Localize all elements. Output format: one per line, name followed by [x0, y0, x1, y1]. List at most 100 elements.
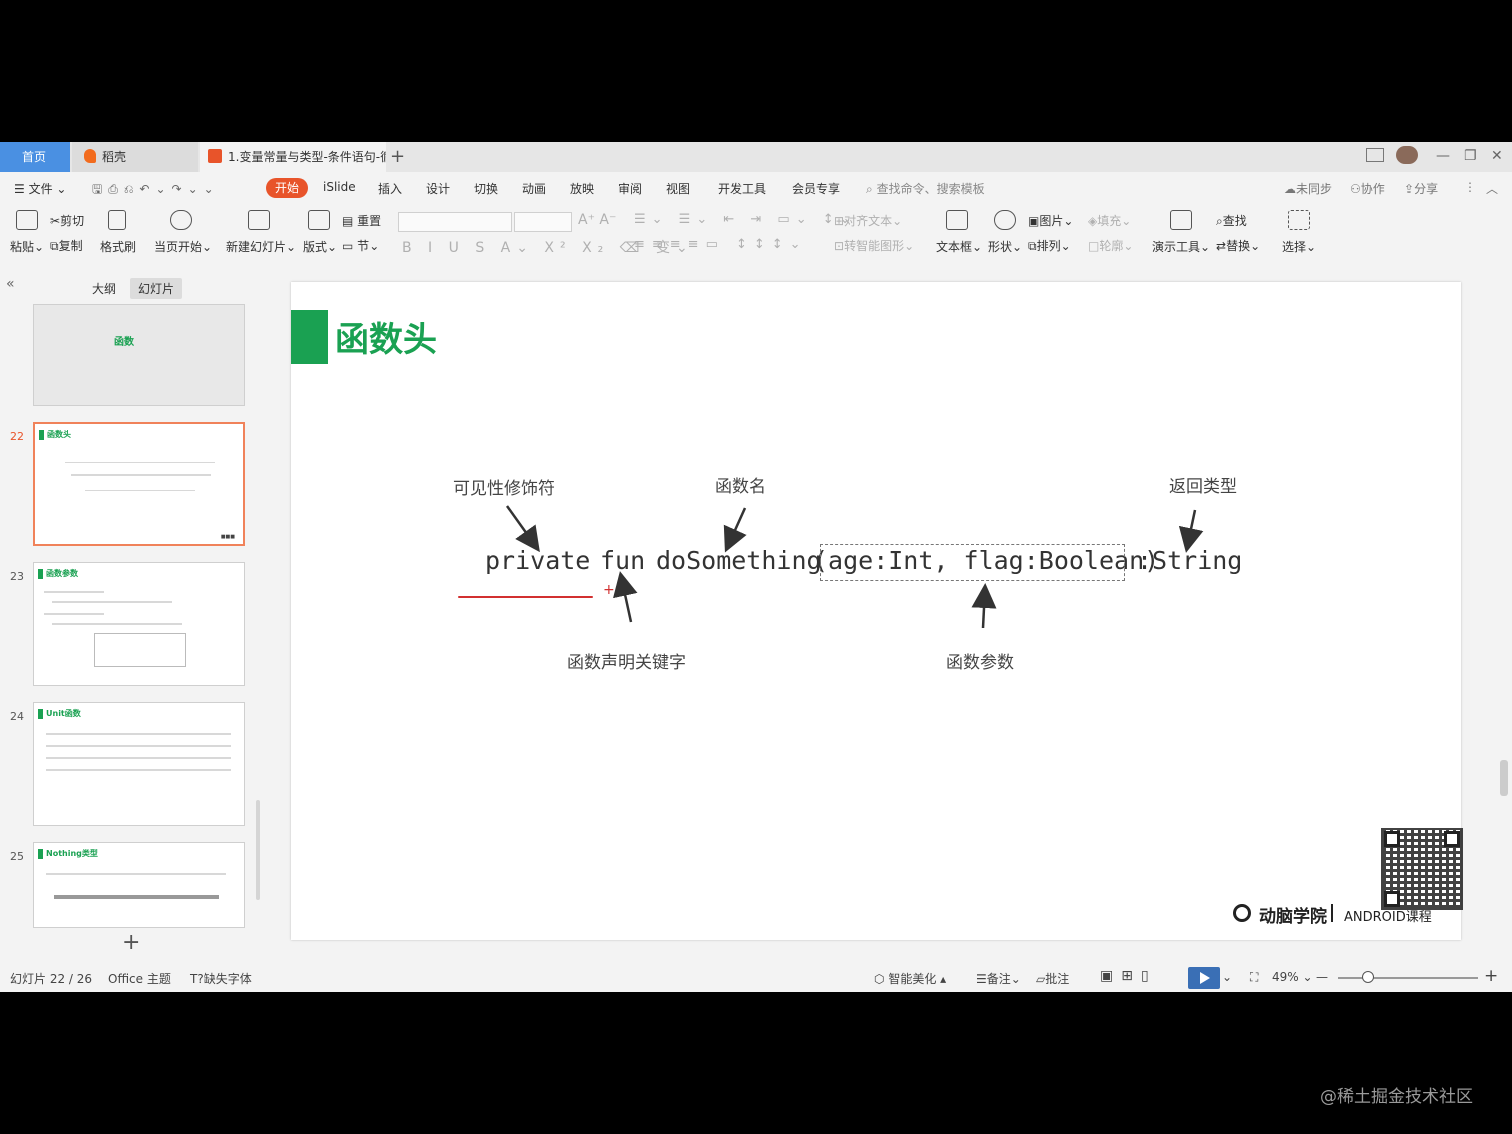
- missing-font-icon: T?: [190, 972, 204, 986]
- layout-icon[interactable]: [1366, 148, 1384, 162]
- thumb-number: 25: [10, 850, 24, 863]
- menu-transition[interactable]: 切换: [474, 180, 498, 197]
- textbox-button[interactable]: 文本框⌄: [936, 238, 982, 255]
- find-button[interactable]: ⌕查找: [1216, 212, 1247, 229]
- reset-label: 重置: [357, 214, 382, 228]
- slide-thumbnail[interactable]: 函数参数: [33, 562, 245, 686]
- tab-home[interactable]: 首页: [0, 142, 70, 172]
- new-slide-button[interactable]: 新建幻灯片⌄: [226, 238, 296, 255]
- menu-developer[interactable]: 开发工具: [718, 180, 766, 197]
- present-tools-button[interactable]: 演示工具⌄: [1152, 238, 1210, 255]
- status-bar: 幻灯片 22 / 26 Office 主题 T?缺失字体 ⬡ 智能美化 ▴ ☰备…: [0, 964, 1512, 992]
- slide-thumbnail[interactable]: Unit函数: [33, 702, 245, 826]
- comments-button[interactable]: ▱批注: [1036, 970, 1069, 987]
- brand-course: ANDROID课程: [1344, 910, 1432, 925]
- menu-member[interactable]: 会员专享: [792, 180, 840, 197]
- zoom-slider-track[interactable]: [1338, 977, 1478, 979]
- align-text-button[interactable]: ⊞对齐文本⌄: [834, 212, 902, 229]
- zoom-slider-knob[interactable]: [1362, 971, 1374, 983]
- thumb-number: 22: [10, 430, 24, 443]
- copy-button[interactable]: ⧉复制: [50, 237, 83, 254]
- slide-thumbnail[interactable]: 函数: [33, 304, 245, 406]
- slide-scrollbar[interactable]: [1500, 760, 1508, 796]
- label-function-params[interactable]: 函数参数: [946, 648, 1014, 673]
- collapse-panel-icon[interactable]: «: [6, 276, 15, 292]
- avatar[interactable]: [1396, 146, 1418, 164]
- sync-status[interactable]: ☁未同步: [1284, 180, 1332, 197]
- panel-scrollbar[interactable]: [256, 800, 260, 900]
- select-label: 选择: [1282, 240, 1307, 254]
- menu-design[interactable]: 设计: [426, 180, 450, 197]
- menu-start[interactable]: 开始: [266, 178, 308, 198]
- annotation-arrows: [505, 505, 1204, 629]
- quick-access-icons[interactable]: 🖫⎙⎌↶⌄↷⌄⌄: [92, 180, 220, 201]
- picture-label: 图片: [1039, 214, 1064, 228]
- paste-button[interactable]: 粘贴⌄: [10, 238, 44, 255]
- tab-document-label: 1.变量常量与类型-条件语句-循: [228, 150, 386, 164]
- scissors-icon: ✂: [50, 214, 61, 228]
- play-options-chevron-icon[interactable]: ⌄: [1222, 970, 1232, 984]
- select-button[interactable]: 选择⌄: [1282, 238, 1316, 255]
- font-name-select[interactable]: [398, 212, 512, 232]
- zoom-in-icon[interactable]: +: [1484, 966, 1498, 986]
- minimize-icon[interactable]: —: [1436, 148, 1450, 164]
- picture-button[interactable]: ▣图片⌄: [1028, 212, 1073, 229]
- outline-button[interactable]: □轮廓⌄: [1088, 237, 1133, 254]
- thumb-code-box: [94, 633, 186, 667]
- from-current-button[interactable]: 当页开始⌄: [154, 238, 212, 255]
- file-menu[interactable]: ☰ 文件 ⌄: [14, 180, 66, 197]
- tab-slides[interactable]: 幻灯片: [130, 278, 183, 299]
- notes-button[interactable]: ☰备注⌄: [976, 970, 1021, 987]
- shape-icon: [994, 210, 1016, 230]
- theme-name[interactable]: Office 主题: [108, 970, 171, 987]
- list-icons[interactable]: ☰⌄ ☰⌄ ⇤ ⇥ ▭⌄ ↕⌄: [634, 212, 857, 227]
- command-search[interactable]: ⌕ 查找命令、搜索模板: [866, 180, 985, 197]
- zoom-level[interactable]: 49% ⌄: [1272, 970, 1313, 984]
- tab-document[interactable]: 1.变量常量与类型-条件语句-循: [200, 142, 386, 172]
- collab-button[interactable]: ⚇协作: [1350, 180, 1385, 197]
- close-icon[interactable]: ✕: [1491, 148, 1503, 164]
- menu-islide[interactable]: iSlide: [323, 180, 356, 194]
- tab-outline[interactable]: 大纲: [92, 280, 116, 297]
- search-icon: ⌕: [1216, 214, 1223, 228]
- smart-beautify-button[interactable]: ⬡ 智能美化 ▴: [874, 970, 946, 987]
- restore-icon[interactable]: ❐: [1464, 148, 1477, 164]
- replace-button[interactable]: ⇄替换⌄: [1216, 237, 1260, 254]
- more-icon[interactable]: ⋮: [1464, 180, 1476, 194]
- arrow-keyword: [613, 571, 638, 623]
- add-slide-plus-icon[interactable]: +: [122, 930, 140, 955]
- tab-daoke[interactable]: 稻壳: [72, 142, 198, 172]
- reset-button[interactable]: ▤ 重置: [342, 212, 381, 229]
- share-label: 分享: [1414, 182, 1439, 196]
- fill-button[interactable]: ◈填充⌄: [1088, 212, 1131, 229]
- paragraph-align-icons[interactable]: ≡≡≡≡▭ ↕↕↕⌄: [634, 237, 808, 252]
- layout-button[interactable]: 版式⌄: [303, 238, 337, 255]
- view-mode-icons[interactable]: ▣⊞▯: [1100, 968, 1157, 984]
- slide-thumbnail[interactable]: Nothing类型: [33, 842, 245, 928]
- share-button[interactable]: ⇪分享: [1404, 180, 1438, 197]
- smartart-button[interactable]: ⊡转智能图形⌄: [834, 237, 914, 254]
- menu-animation[interactable]: 动画: [522, 180, 546, 197]
- arrange-button[interactable]: ⧉排列⌄: [1028, 237, 1071, 254]
- menu-review[interactable]: 审阅: [618, 180, 642, 197]
- collapse-ribbon-icon[interactable]: ︿: [1486, 180, 1498, 197]
- new-tab-plus-icon[interactable]: +: [390, 146, 405, 167]
- label-declaration-keyword[interactable]: 函数声明关键字: [567, 648, 686, 673]
- menu-view[interactable]: 视图: [666, 180, 690, 197]
- cut-button[interactable]: ✂剪切: [50, 212, 84, 229]
- comment-icon: ▱: [1036, 972, 1046, 986]
- section-button[interactable]: ▭ 节⌄: [342, 237, 379, 254]
- missing-font-button[interactable]: T?缺失字体: [190, 970, 252, 987]
- zoom-out-icon[interactable]: —: [1316, 970, 1328, 984]
- font-size-select[interactable]: [514, 212, 572, 232]
- outline-label: 轮廓: [1099, 239, 1124, 253]
- menu-slideshow[interactable]: 放映: [570, 180, 594, 197]
- slide-canvas[interactable]: 函数头 可见性修饰符 函数名 返回类型 private fun doSometh…: [291, 282, 1463, 940]
- menu-insert[interactable]: 插入: [378, 180, 402, 197]
- shape-button[interactable]: 形状⌄: [988, 238, 1022, 255]
- slide-thumbnail-selected[interactable]: 函数头 ■■■: [33, 422, 245, 546]
- fit-window-icon[interactable]: ⛶: [1250, 970, 1258, 985]
- format-painter-button[interactable]: 格式刷: [100, 238, 136, 255]
- font-size-grow-icon[interactable]: A⁺ A⁻: [578, 212, 616, 228]
- slideshow-play-button[interactable]: [1188, 967, 1220, 989]
